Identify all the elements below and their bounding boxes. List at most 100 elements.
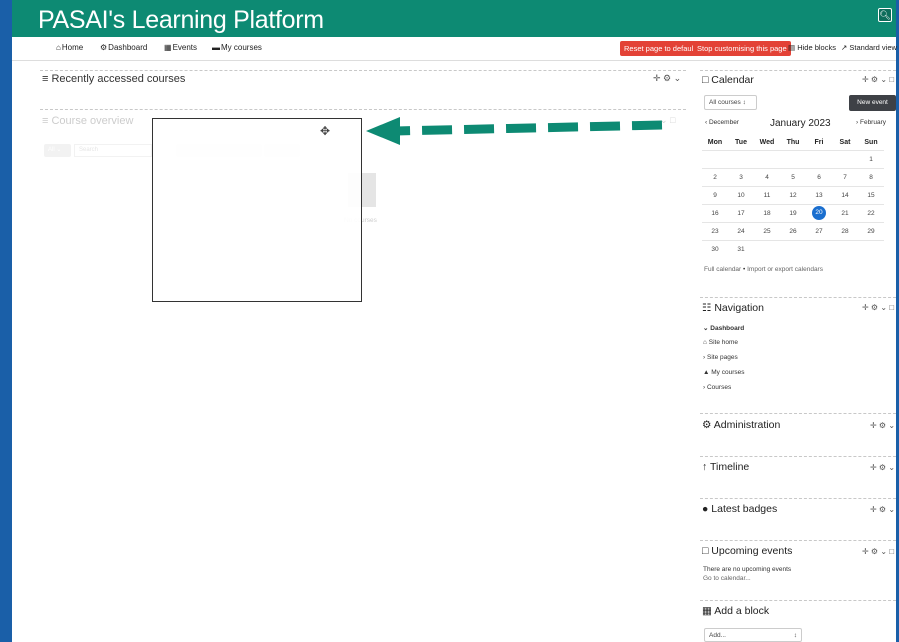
graduation-cap-icon: ▲ [703,369,710,376]
nav-tree-dashboard[interactable]: ⌄ Dashboard [703,324,744,332]
calendar-day-cell[interactable]: 22 [858,203,884,222]
calendar-day-cell[interactable]: 25 [754,221,780,240]
calendar-day-cell[interactable]: 8 [858,167,884,186]
recent-block-controls[interactable]: ✛ ⚙ ⌄ [653,73,681,84]
arrow-up-icon: ↑ [702,461,708,473]
hide-blocks-icon: ▤ [788,43,796,52]
calendar-day-cell [832,149,858,168]
calendar-day-cell[interactable]: 14 [832,185,858,204]
calendar-day-cell [806,149,832,168]
calendar-day-cell [806,239,832,258]
block-separator [700,413,896,414]
hide-blocks-button[interactable]: ▤ Hide blocks [788,43,836,52]
weekday-label: Thu [786,138,800,146]
menu-icon: ≡ [42,115,49,127]
calendar-month-title: January 2023 [770,118,831,129]
cogs-icon: ⚙ [702,419,712,431]
add-block-select[interactable]: Add... ↕ [704,628,802,642]
calendar-day-cell[interactable]: 12 [780,185,806,204]
block-separator [700,498,896,499]
import-export-link[interactable]: Import or export calendars [747,266,823,273]
nav-tree-site-home[interactable]: ⌂ Site home [703,339,738,346]
weekday-label: Sun [864,138,878,146]
full-calendar-link[interactable]: Full calendar [704,266,741,273]
calendar-day-cell[interactable]: 15 [858,185,884,204]
calendar-day-cell[interactable]: 28 [832,221,858,240]
calendar-week-row: 16 17 18 19 20 21 22 [702,203,884,222]
navigation-block-controls[interactable]: ✛ ⚙ ⌄ □ [862,303,894,312]
weekday-label: Fri [814,138,824,146]
calendar-day-cell[interactable]: 21 [832,203,858,222]
calendar-day-cell[interactable]: 31 [728,239,754,258]
upcoming-block-title: □ Upcoming events [702,545,793,557]
home-icon: ⌂ [56,43,61,52]
nav-tree-courses[interactable]: › Courses [703,384,731,391]
calendar-day-cell[interactable]: 27 [806,221,832,240]
calendar-prev-month[interactable]: ‹ December [705,119,739,126]
calendar-day-cell[interactable]: 24 [728,221,754,240]
calendar-course-select[interactable]: All courses ↕ [704,95,757,110]
stop-customising-button[interactable]: Stop customising this page [693,41,791,56]
nav-my-courses[interactable]: ▬My courses [212,43,262,52]
search-icon[interactable]: 🔍︎ [878,8,892,22]
standard-view-button[interactable]: ↗ Standard view [841,43,897,52]
calendar-day-cell[interactable]: 29 [858,221,884,240]
calendar-day-cell[interactable]: 23 [702,221,728,240]
calendar-day-cell[interactable]: 19 [780,203,806,222]
block-separator [700,540,896,541]
calendar-day-cell[interactable]: 4 [754,167,780,186]
nav-home[interactable]: ⌂Home [56,43,83,52]
calendar-day-cell[interactable]: 6 [806,167,832,186]
calendar-day-cell[interactable]: 2 [702,167,728,186]
calendar-day-cell[interactable]: 17 [728,203,754,222]
calendar-day-cell[interactable]: 3 [728,167,754,186]
calendar-day-cell [728,149,754,168]
calendar-day-cell[interactable]: 13 [806,185,832,204]
move-icon[interactable]: ✥ [320,124,330,138]
calendar-icon: □ [702,545,709,557]
overview-filter-button[interactable]: All ⌄ [44,144,71,157]
today-marker[interactable]: 20 [812,206,826,220]
calendar-day-cell[interactable]: 10 [728,185,754,204]
calendar-day-cell[interactable]: 20 [806,203,832,222]
calendar-day-cell[interactable]: 9 [702,185,728,204]
calendar-grid: Mon Tue Wed Thu Fri Sat Sun 1 2 3 4 5 6 7 8 9 10 1… [702,135,884,258]
home-icon: ⌂ [703,339,707,346]
nav-events[interactable]: ▦Events [164,43,197,52]
calendar-day-cell[interactable]: 11 [754,185,780,204]
reset-page-button[interactable]: Reset page to default [620,41,700,56]
new-event-button[interactable]: New event [849,95,896,111]
calendar-block-controls[interactable]: ✛ ⚙ ⌄ □ [862,75,894,84]
calendar-day-cell[interactable]: 26 [780,221,806,240]
calendar-day-cell[interactable]: 7 [832,167,858,186]
expand-icon: ↗ [841,43,848,52]
calendar-day-cell[interactable]: 18 [754,203,780,222]
block-separator [700,297,896,298]
timeline-block-controls[interactable]: ✛ ⚙ ⌄ [870,463,895,472]
upcoming-block-controls[interactable]: ✛ ⚙ ⌄ □ [862,547,894,556]
calendar-day-cell[interactable]: 16 [702,203,728,222]
calendar-day-cell [832,239,858,258]
calendar-week-row: 2345678 [702,167,884,186]
go-to-calendar-link[interactable]: Go to calendar... [703,575,751,582]
badges-block-controls[interactable]: ✛ ⚙ ⌄ [870,505,895,514]
calendar-day-cell[interactable]: 1 [858,149,884,168]
briefcase-icon: ▬ [212,43,220,52]
block-separator [700,456,896,457]
calendar-day-cell[interactable]: 5 [780,167,806,186]
site-title[interactable]: PASAI's Learning Platform [38,6,324,35]
weekday-label: Mon [707,138,723,146]
sitemap-icon: ☷ [702,302,712,314]
nav-tree-my-courses[interactable]: ▲ My courses [703,369,744,376]
nav-tree-site-pages[interactable]: › Site pages [703,354,738,361]
calendar-week-row: 23 24 25 26 27 28 29 [702,221,884,240]
calendar-next-month[interactable]: › February [856,119,886,126]
administration-block-controls[interactable]: ✛ ⚙ ⌄ [870,421,895,430]
calendar-day-cell[interactable]: 30 [702,239,728,258]
nav-dashboard[interactable]: ⚙Dashboard [100,43,147,52]
overview-search-input[interactable]: Search [74,144,152,157]
course-overview-title: ≡ Course overview [42,115,134,127]
upcoming-empty-text: There are no upcoming events [703,566,792,573]
block-separator [700,600,896,601]
arrow-annotation-icon [366,117,663,145]
